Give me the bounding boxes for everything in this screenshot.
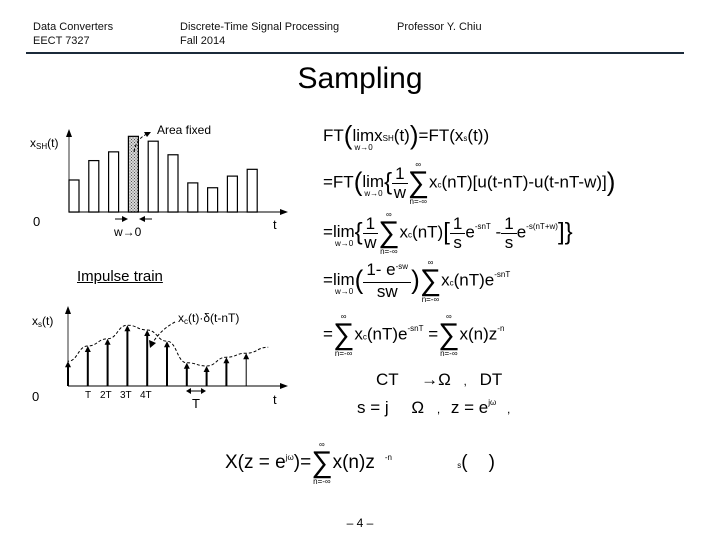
hold-bar	[207, 187, 219, 213]
hold-bar	[88, 159, 100, 213]
topic-name: Discrete-Time Signal Processing	[180, 21, 340, 33]
hold-bar	[107, 151, 120, 213]
equation-7: s = j Ω , z = ejω ,	[357, 398, 511, 417]
hold-bar	[167, 154, 179, 213]
period-label: T	[192, 396, 200, 411]
course-name: Data Converters	[33, 21, 114, 33]
origin-label: 0	[33, 214, 40, 229]
x-axis-arrow	[280, 383, 288, 389]
equation-1: FT(lim w→0 xSH(t))=FT(xs(t))	[323, 120, 490, 152]
x-axis-arrow	[280, 209, 288, 215]
tick-label: T	[85, 390, 91, 401]
impulse-arrowhead	[104, 338, 111, 345]
origin-label: 0	[32, 389, 39, 404]
y-axis-arrow	[65, 306, 71, 314]
header-rule	[26, 52, 684, 54]
equation-6: CT →Ω , DT	[376, 370, 503, 389]
hold-bar	[226, 175, 238, 213]
page-number: – 4 –	[346, 516, 374, 530]
impulse-arrowhead	[243, 353, 250, 360]
impulse-arrowhead	[65, 361, 71, 368]
header-course: Data Converters EECT 7327	[33, 20, 113, 48]
impulse-arrowhead	[144, 330, 151, 336]
header-topic: Discrete-Time Signal Processing Fall 201…	[180, 20, 339, 48]
y-label: xSH(t)	[30, 136, 58, 151]
hold-bar	[246, 168, 258, 213]
impulse-arrowhead	[164, 341, 170, 348]
impulse-arrowhead	[124, 325, 131, 332]
tick-label: 3T	[120, 390, 132, 401]
annotation-arrowhead	[149, 340, 156, 348]
sample-hold-figure: xSH(t) 0 t Area fixed w→0	[30, 123, 288, 239]
equation-2: =FT(lim w→0{1 w ∞ ∑ n=-∞ xc(nT)[u(t-nT)-u(t-nT…	[323, 160, 616, 206]
impulse-arrowhead	[203, 366, 210, 372]
hold-bar	[147, 140, 159, 213]
impulse-arrowhead	[183, 362, 190, 369]
y-axis-arrow	[66, 129, 72, 137]
slide-title: Sampling	[297, 62, 423, 95]
impulse-arrowhead	[84, 346, 91, 352]
course-code: EECT 7327	[33, 35, 90, 47]
term: Fall 2014	[180, 35, 226, 47]
impulse-train-heading: Impulse train	[77, 268, 163, 285]
equation-5: = ∞ ∑ n=-∞ xc(nT)e-snT = ∞ ∑ n=-∞ x(n)z-n	[323, 312, 505, 358]
author: Professor Y. Chiu	[397, 21, 482, 33]
hold-bar	[187, 182, 199, 213]
x-label: t	[273, 217, 277, 232]
equation-4: =lim w→0(1- e-sw sw) ∞ ∑ n=-∞ xc(nT)e-snT	[323, 258, 511, 304]
envelope-annotation: xc(t)·δ(t-nT)	[178, 311, 239, 326]
highlighted-bar	[127, 135, 140, 213]
tick-label: 2T	[100, 390, 112, 401]
impulse-arrowhead	[223, 357, 230, 364]
hold-bar	[68, 179, 80, 213]
width-label: w→0	[113, 225, 142, 239]
equation-3: =lim w→0{1 w ∞ ∑ n=-∞ xc(nT)[1 s e-snT -1 s e-s(nT…	[323, 210, 573, 256]
impulse-train-figure: xs(t) xc(t)·δ(t-nT) 0 t T 2T 3T 4T T	[32, 306, 288, 411]
equation-8: X(z = ejω)= ∞ ∑ n=-∞ x(n)z -n s( )	[225, 440, 496, 486]
impulses-group	[65, 325, 250, 386]
area-fixed-annotation: Area fixed	[157, 123, 211, 137]
x-label: t	[273, 392, 277, 407]
bars-group	[68, 135, 258, 213]
tick-label: 4T	[140, 390, 152, 401]
y-label: xs(t)	[32, 314, 53, 329]
